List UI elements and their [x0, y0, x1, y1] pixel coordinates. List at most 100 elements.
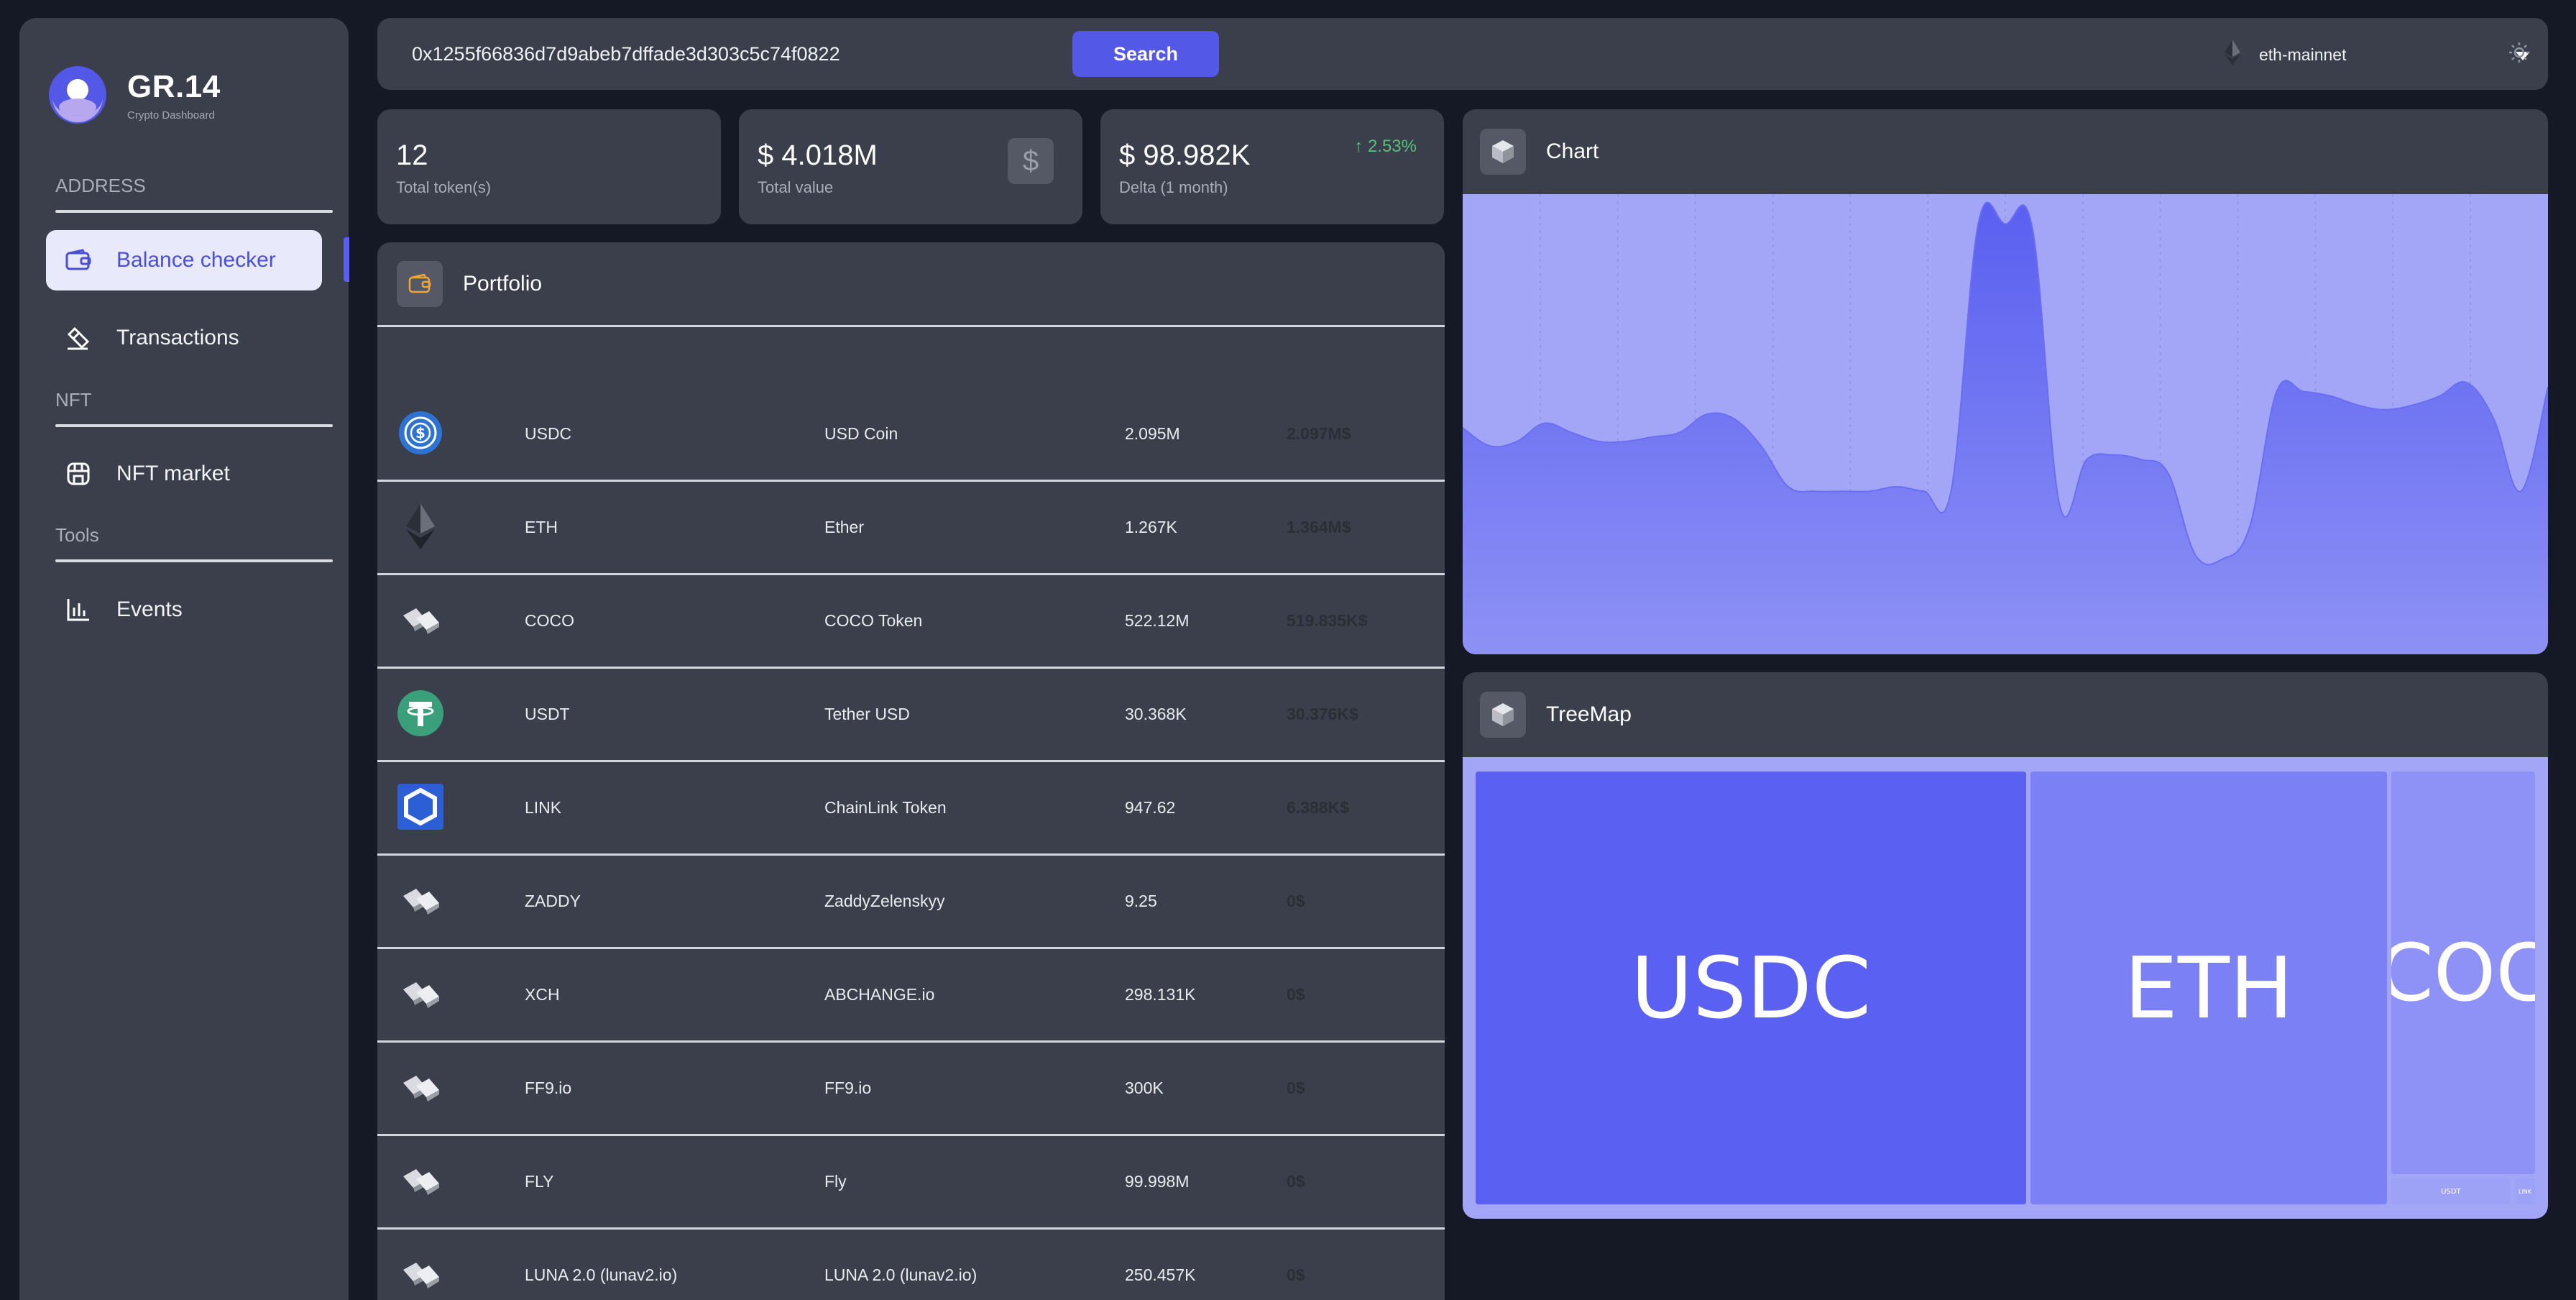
area-chart[interactable] — [1463, 194, 2548, 654]
treemap-tile-label: LINK — [2518, 1188, 2532, 1195]
token-value: 519.835K$ — [1287, 611, 1368, 630]
token-value: 0$ — [1287, 1265, 1305, 1284]
token-name: Ether — [824, 518, 864, 536]
token-balance: 300K — [1125, 1079, 1164, 1097]
token-symbol: XCH — [525, 985, 560, 1004]
token-balance: 1.267K — [1125, 518, 1177, 536]
dollar-icon: $ — [1008, 138, 1054, 184]
sidebar-item-nft-market[interactable]: NFT market — [46, 444, 322, 504]
treemap-tile[interactable]: ETH — [2030, 772, 2387, 1204]
link-icon — [397, 784, 443, 830]
sidebar-item-events[interactable]: Events — [46, 580, 322, 640]
usdt-icon — [397, 690, 443, 736]
eth-icon — [397, 503, 443, 549]
token-balance: 250.457K — [1125, 1265, 1196, 1284]
treemap-tile-label: USDC — [1630, 938, 1872, 1038]
cube-icon — [1480, 692, 1526, 738]
treemap-tile[interactable]: LINK — [2515, 1178, 2535, 1204]
token-symbol: LUNA 2.0 (lunav2.io) — [525, 1265, 678, 1284]
token-value: 30.376K$ — [1287, 705, 1358, 723]
sidebar-item-label: Balance checker — [116, 248, 276, 272]
table-row[interactable]: USDT Tether USD 30.368K 30.376K$ — [377, 669, 1445, 762]
stat-total-tokens: 12 Total token(s) — [377, 109, 721, 224]
section-heading: Tools — [55, 524, 99, 546]
delta-percent: 2.53% — [1367, 137, 1417, 156]
section-divider — [55, 210, 333, 213]
treemap-tile[interactable]: COCO — [2391, 772, 2535, 1174]
table-row[interactable]: FLY Fly 99.998M 0$ — [377, 1136, 1445, 1230]
sidebar-item-label: NFT market — [116, 462, 230, 485]
token-name: USD Coin — [824, 424, 898, 443]
token-value: 0$ — [1287, 892, 1305, 910]
store-icon — [65, 460, 92, 487]
table-row[interactable]: FF9.io FF9.io 300K 0$ — [377, 1043, 1445, 1136]
table-row[interactable]: $ USDC USD Coin 2.095M 2.097M$ — [377, 388, 1445, 482]
generic-token-icon — [397, 1158, 443, 1204]
treemap-tile-label: ETH — [2124, 938, 2294, 1038]
stat-value: 12 — [396, 139, 428, 171]
token-value: 1.364M$ — [1287, 518, 1351, 536]
chart-panel: Chart — [1463, 109, 2548, 654]
section-heading: NFT — [55, 389, 92, 411]
address-input[interactable] — [412, 34, 1030, 74]
section-divider — [55, 559, 333, 562]
token-name: Fly — [824, 1172, 847, 1191]
svg-text:$: $ — [415, 424, 426, 441]
token-name: ChainLink Token — [824, 798, 947, 817]
sidebar-item-label: Transactions — [116, 326, 239, 349]
token-value: 2.097M$ — [1287, 424, 1351, 443]
stat-label: Total value — [758, 178, 834, 196]
token-symbol: FF9.io — [525, 1079, 572, 1097]
table-row[interactable]: LINK ChainLink Token 947.62 6.388K$ — [377, 762, 1445, 856]
sidebar-item-transactions[interactable]: Transactions — [46, 308, 322, 368]
portfolio-header: Portfolio — [377, 242, 1445, 327]
section-address: ADDRESS — [55, 175, 333, 213]
token-name: Tether USD — [824, 705, 910, 723]
table-row[interactable]: ETH Ether 1.267K 1.364M$ — [377, 482, 1445, 575]
token-name: LUNA 2.0 (lunav2.io) — [824, 1265, 978, 1284]
wallet-icon — [397, 260, 443, 307]
table-row[interactable]: XCH ABCHANGE.io 298.131K 0$ — [377, 949, 1445, 1043]
wallet-icon — [65, 247, 92, 274]
token-list: $ USDC USD Coin 2.095M 2.097M$ ETH Ether 1.267K… — [377, 388, 1445, 1300]
brand-logo[interactable]: GR.14 Crypto Dashboard — [48, 65, 221, 124]
token-name: ABCHANGE.io — [824, 985, 935, 1004]
cube-icon — [1480, 129, 1526, 175]
brand-title: GR.14 — [127, 68, 221, 104]
search-button[interactable]: Search — [1072, 31, 1219, 77]
sidebar-item-balance-checker[interactable]: Balance checker — [46, 230, 322, 290]
delta-change: ↑ 2.53% — [1354, 137, 1417, 157]
stat-value: $ 4.018M — [758, 139, 878, 171]
token-symbol: USDT — [525, 705, 570, 723]
token-value: 0$ — [1287, 1079, 1305, 1097]
logo-icon — [48, 65, 107, 124]
chart-title: Chart — [1546, 139, 1599, 163]
treemap-tile[interactable]: USDC — [1476, 772, 2026, 1204]
treemap-title: TreeMap — [1546, 702, 1632, 726]
token-name: COCO Token — [824, 611, 923, 630]
token-balance: 9.25 — [1125, 892, 1157, 910]
section-heading: ADDRESS — [55, 175, 146, 196]
active-indicator — [344, 237, 349, 282]
sun-icon — [2508, 42, 2530, 67]
theme-toggle[interactable] — [2505, 40, 2534, 68]
token-symbol: ZADDY — [525, 892, 581, 910]
arrow-up-icon: ↑ — [1354, 137, 1363, 156]
token-balance: 30.368K — [1125, 705, 1187, 723]
table-row[interactable]: ZADDY ZaddyZelenskyy 9.25 0$ — [377, 856, 1445, 949]
treemap-tile[interactable]: USDT — [2391, 1178, 2511, 1204]
table-row[interactable]: LUNA 2.0 (lunav2.io) LUNA 2.0 (lunav2.io)… — [377, 1230, 1445, 1300]
table-row[interactable]: COCO COCO Token 522.12M 519.835K$ — [377, 575, 1445, 669]
stat-label: Delta (1 month) — [1119, 178, 1228, 196]
section-divider — [55, 424, 333, 427]
token-symbol: LINK — [525, 798, 562, 817]
token-value: 6.388K$ — [1287, 798, 1349, 817]
generic-token-icon — [397, 971, 443, 1017]
stat-value: $ 98.982K — [1119, 139, 1251, 171]
token-balance: 99.998M — [1125, 1172, 1190, 1191]
generic-token-icon — [397, 877, 443, 923]
treemap[interactable]: USDC ETH COCO USDT LINK — [1463, 757, 2548, 1219]
network-select[interactable]: eth-mainnet — [2225, 40, 2531, 70]
stat-total-value: $ 4.018M Total value $ — [739, 109, 1082, 224]
token-balance: 522.12M — [1125, 611, 1190, 630]
